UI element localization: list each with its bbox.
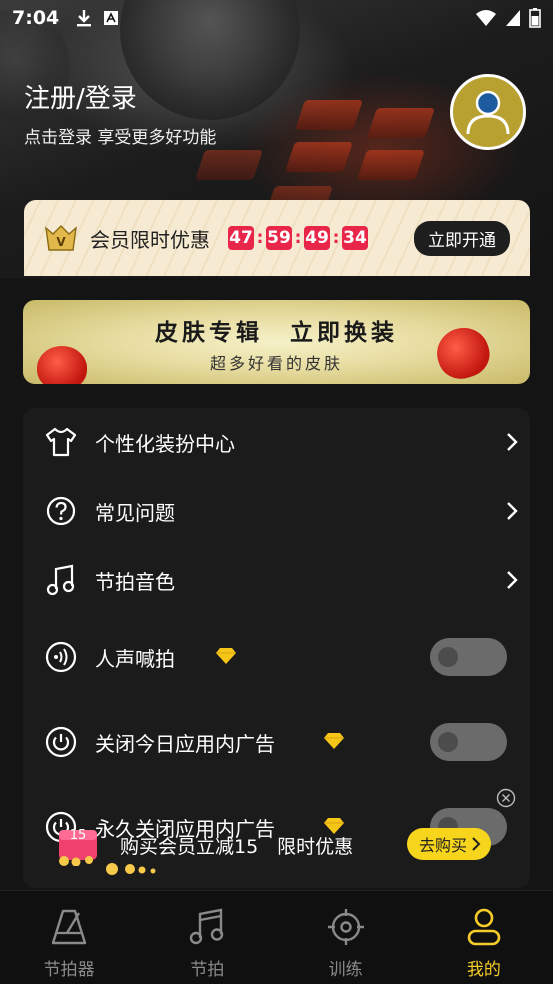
promo-text: 购买会员立减15 限时优惠 [120,836,354,858]
hide-ads-today-toggle[interactable] [430,723,507,761]
music-note-icon [45,564,77,596]
promo-bar[interactable]: 15 购买会员立减15 限时优惠 去购买 [0,788,553,880]
music-note-icon [187,907,227,947]
tab-label: 节拍器 [43,960,95,980]
target-icon [326,907,366,947]
status-time: 7:04 [12,7,60,29]
vip-crown-icon: V [45,225,77,251]
gift-number: 15 [70,828,87,843]
question-icon [45,495,77,527]
vip-promo-card[interactable]: V 会员限时优惠 47 : 59 : 49 : 34 立即开通 [24,200,530,276]
login-title[interactable]: 注册/登录 [24,78,137,115]
vip-label: 会员限时优惠 [90,227,210,252]
tab-mine[interactable]: 我的 [415,891,553,984]
metronome-icon [49,907,89,947]
menu-item-dress-up-center[interactable]: 个性化装扮中心 [23,412,530,472]
menu-item-label: 人声喊拍 [95,646,175,671]
wifi-icon [476,10,496,26]
voice-icon [45,641,77,673]
buy-button[interactable]: 去购买 [407,828,492,860]
open-vip-button[interactable]: 立即开通 [414,220,510,256]
menu-item-faq[interactable]: 常见问题 [23,481,530,541]
countdown-seconds: 49 [304,226,330,250]
tab-training[interactable]: 训练 [277,891,415,984]
user-avatar-icon [466,90,510,135]
skin-banner-title: 皮肤专辑 立即换装 [155,320,398,346]
countdown-centiseconds: 34 [342,226,368,250]
skin-banner[interactable]: 皮肤专辑 立即换装 超多好看的皮肤 [23,300,530,384]
coin-decoration [106,863,156,875]
menu-item-beat-sound[interactable]: 节拍音色 [23,550,530,610]
tab-label: 我的 [466,960,501,980]
premium-diamond-icon [324,733,344,749]
premium-diamond-icon [216,648,236,664]
user-icon [464,907,504,947]
countdown-separator: : [332,228,340,248]
buy-button-label: 去购买 [419,836,468,855]
countdown-hours: 47 [228,226,254,250]
tab-metronome[interactable]: 节拍器 [0,891,138,984]
power-icon [45,726,77,758]
battery-icon [529,8,541,28]
tab-label: 训练 [328,960,363,980]
countdown-minutes: 59 [266,226,292,250]
voice-count-toggle[interactable] [430,638,507,676]
bottom-tab-bar: 节拍器 节拍 训练 我的 [0,890,553,984]
countdown-separator: : [256,228,264,248]
countdown-timer: 47 : 59 : 49 : 34 [228,226,368,250]
menu-item-label: 常见问题 [95,500,175,525]
chevron-right-icon [507,571,518,589]
chevron-right-icon [472,837,481,851]
chevron-right-icon [507,502,518,520]
close-icon[interactable] [496,788,516,808]
keyboard-icon [104,11,119,25]
menu-item-hide-ads-today: 关闭今日应用内广告 [23,712,530,772]
chevron-right-icon [507,433,518,451]
skin-banner-subtitle: 超多好看的皮肤 [209,354,343,373]
menu-item-label: 节拍音色 [95,569,175,594]
vip-badge-letter: V [56,235,66,249]
login-subtitle[interactable]: 点击登录 享受更多好功能 [24,123,216,148]
countdown-separator: : [294,228,302,248]
tab-beats[interactable]: 节拍 [138,891,276,984]
avatar[interactable] [450,74,526,150]
menu-item-voice-count: 人声喊拍 [23,627,530,687]
status-bar: 7:04 [0,0,553,36]
menu-item-label: 关闭今日应用内广告 [95,731,275,756]
gift-coupon-icon: 15 [59,828,97,866]
tab-label: 节拍 [190,960,225,980]
signal-icon [506,10,520,26]
download-icon [77,10,92,27]
menu-item-label: 个性化装扮中心 [95,431,235,456]
shirt-icon [45,426,77,458]
